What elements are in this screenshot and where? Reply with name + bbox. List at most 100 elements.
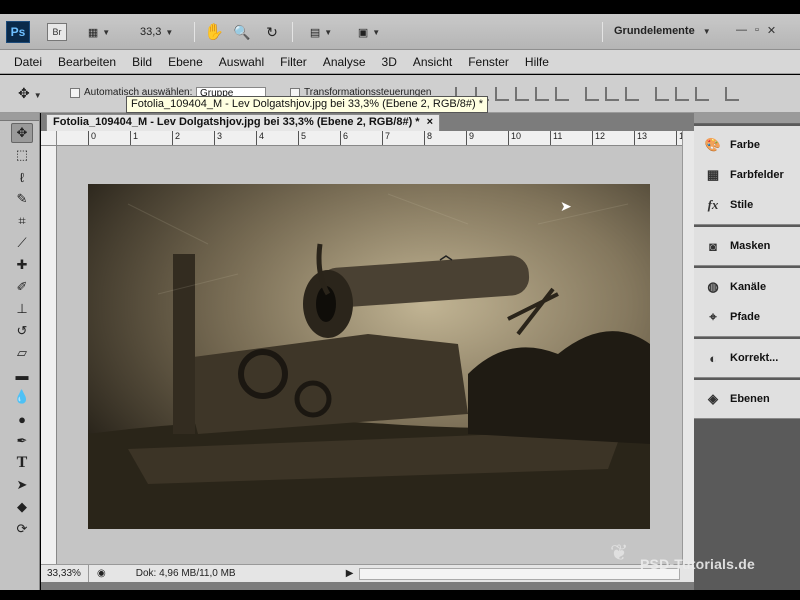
distribute-vcenter-icon[interactable] — [605, 87, 619, 101]
document-tooltip: Fotolia_109404_M - Lev Dolgatshjov.jpg b… — [126, 96, 489, 113]
application-bar: Ps Br ▦ ▼ 33,3 ▼ ✋ 🔍 ↻ ▤ ▼ ▣ ▼ Grundelemente… — [0, 14, 800, 50]
blur-tool-icon[interactable]: 💧 — [11, 387, 33, 407]
distribute-right-icon[interactable] — [695, 87, 709, 101]
menu-datei[interactable]: Datei — [14, 55, 42, 69]
right-panel-dock: 🎨 Farbe ▦ Farbfelder fx Stile ◙ Masken ◍… — [694, 113, 800, 590]
pen-tool-icon[interactable]: ✒ — [11, 431, 33, 451]
panel-farbe[interactable]: 🎨 Farbe — [694, 130, 800, 160]
distribute-bottom-icon[interactable] — [625, 87, 639, 101]
auto-align-icon[interactable] — [725, 87, 739, 101]
path-selection-icon[interactable]: ➤ — [11, 475, 33, 495]
panel-farbfelder[interactable]: ▦ Farbfelder — [694, 160, 800, 190]
vertical-ruler[interactable] — [41, 146, 57, 564]
ruler-tick: 3 — [214, 131, 222, 145]
menu-analyse[interactable]: Analyse — [323, 55, 366, 69]
lasso-tool-icon[interactable]: ℓ — [11, 167, 33, 187]
dodge-tool-icon[interactable]: ● — [11, 409, 33, 429]
crop-tool-icon[interactable]: ⌗ — [11, 211, 33, 231]
vertical-scrollbar[interactable] — [682, 131, 694, 564]
align-right-icon[interactable] — [555, 87, 569, 101]
distribute-hcenter-icon[interactable] — [675, 87, 689, 101]
align-hcenter-icon[interactable] — [535, 87, 549, 101]
dock-header[interactable] — [694, 113, 800, 124]
screen-icon: ▣ — [357, 26, 369, 39]
panel-kanaele[interactable]: ◍ Kanäle — [694, 272, 800, 302]
ruler-tick: 2 — [172, 131, 180, 145]
panel-ebenen[interactable]: ◈ Ebenen — [694, 384, 800, 414]
brush-tool-icon[interactable]: ✐ — [11, 277, 33, 297]
3d-rotate-icon[interactable]: ⟳ — [11, 519, 33, 539]
type-tool-icon[interactable]: T — [11, 453, 33, 473]
arrange-documents-button[interactable]: ▤ ▼ — [304, 23, 338, 41]
quick-select-tool-icon[interactable]: ✎ — [11, 189, 33, 209]
minimize-button[interactable]: — — [736, 24, 747, 37]
hand-tool-icon[interactable]: ✋ — [204, 23, 224, 41]
gradient-tool-icon[interactable]: ▬ — [11, 365, 33, 385]
panel-masken[interactable]: ◙ Masken — [694, 231, 800, 261]
move-tool-preset-icon[interactable]: ✥ ▼ — [18, 85, 42, 102]
clone-stamp-icon[interactable]: ⊥ — [11, 299, 33, 319]
auto-select-checkbox[interactable] — [70, 88, 80, 98]
mask-icon: ◙ — [709, 238, 717, 254]
menu-auswahl[interactable]: Auswahl — [219, 55, 264, 69]
panel-group-adjustments: ◐ Korrekt... — [694, 339, 800, 378]
zoom-tool-icon[interactable]: 🔍 — [232, 23, 252, 41]
document-tab-close-icon[interactable]: × — [427, 116, 433, 130]
menu-3d[interactable]: 3D — [382, 55, 397, 69]
menu-filter[interactable]: Filter — [280, 55, 307, 69]
mouse-cursor-icon: ➤ — [560, 198, 572, 214]
status-zoom-field[interactable]: 33,33% — [41, 565, 89, 582]
eraser-tool-icon[interactable]: ▱ — [11, 343, 33, 363]
status-bar: 33,33% ◉ Dok: 4,96 MB/11,0 MB ▶ — [41, 564, 694, 582]
zoom-level-field[interactable]: 33,3 ▼ — [140, 23, 182, 41]
menu-bild[interactable]: Bild — [132, 55, 152, 69]
close-button[interactable]: ✕ — [767, 24, 776, 37]
status-info-icon[interactable]: ◉ — [97, 568, 106, 579]
ruler-tick: 10 — [508, 131, 521, 145]
watermark-logo-icon: ❦ — [610, 540, 629, 565]
align-buttons — [455, 87, 739, 101]
panel-group-masks: ◙ Masken — [694, 227, 800, 266]
panel-korrekturen[interactable]: ◐ Korrekt... — [694, 343, 800, 373]
align-left-icon[interactable] — [515, 87, 529, 101]
panel-pfade[interactable]: ⌖ Pfade — [694, 302, 800, 332]
eyedropper-tool-icon[interactable]: ⟋ — [11, 233, 33, 253]
ruler-tick: 1 — [130, 131, 138, 145]
align-bottom-icon[interactable] — [495, 87, 509, 101]
ruler-tick: 0 — [88, 131, 96, 145]
adjustments-icon: ◐ — [709, 350, 717, 366]
distribute-left-icon[interactable] — [655, 87, 669, 101]
marquee-tool-icon[interactable]: ⬚ — [11, 145, 33, 165]
ruler-tick: 7 — [382, 131, 390, 145]
tools-panel: ✥ ⬚ ℓ ✎ ⌗ ⟋ ✚ ✐ ⊥ ↺ ▱ ▬ 💧 ● ✒ T ➤ ◆ ⟳ — [0, 113, 40, 590]
palette-icon: 🎨 — [704, 137, 722, 152]
screen-mode-selector[interactable]: ▣ ▼ — [352, 23, 386, 41]
distribute-top-icon[interactable] — [585, 87, 599, 101]
workspace-switcher[interactable]: Grundelemente ▼ — [614, 25, 711, 37]
shape-tool-icon[interactable]: ◆ — [11, 497, 33, 517]
status-menu-arrow-icon[interactable]: ▶ — [346, 568, 354, 579]
screen-mode-button[interactable]: ▦ ▼ — [84, 23, 114, 41]
horizontal-scrollbar[interactable] — [359, 567, 680, 580]
menu-hilfe[interactable]: Hilfe — [525, 55, 549, 69]
ruler-origin[interactable] — [41, 131, 57, 146]
document-tab[interactable]: Fotolia_109404_M - Lev Dolgatshjov.jpg b… — [46, 114, 440, 131]
restore-button[interactable]: ▫ — [755, 24, 759, 37]
panel-stile[interactable]: fx Stile — [694, 190, 800, 220]
tools-panel-grip[interactable] — [0, 113, 39, 121]
photoshop-logo[interactable]: Ps — [6, 21, 30, 43]
rotate-view-icon[interactable]: ↻ — [262, 23, 282, 41]
menu-ebene[interactable]: Ebene — [168, 55, 203, 69]
layers-icon: ◈ — [708, 391, 718, 406]
history-brush-icon[interactable]: ↺ — [11, 321, 33, 341]
move-tool-icon[interactable]: ✥ — [11, 123, 33, 143]
horizontal-ruler[interactable]: 0 1 2 3 4 5 6 7 8 9 10 11 12 13 14 — [57, 131, 682, 146]
menu-ansicht[interactable]: Ansicht — [413, 55, 452, 69]
menu-fenster[interactable]: Fenster — [468, 55, 509, 69]
menu-bearbeiten[interactable]: Bearbeiten — [58, 55, 116, 69]
panel-group-channels: ◍ Kanäle ⌖ Pfade — [694, 268, 800, 337]
healing-brush-icon[interactable]: ✚ — [11, 255, 33, 275]
document-image[interactable] — [88, 184, 650, 529]
bridge-button[interactable]: Br — [47, 23, 67, 41]
document-size-info: Dok: 4,96 MB/11,0 MB — [135, 568, 236, 579]
